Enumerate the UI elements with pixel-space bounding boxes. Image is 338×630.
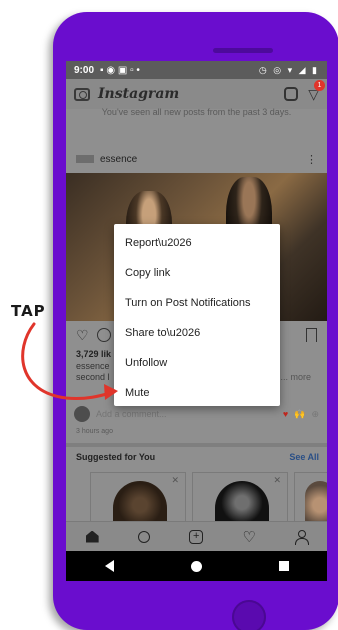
- add-post-icon[interactable]: +: [189, 529, 204, 544]
- more-options-icon[interactable]: ⋮: [306, 153, 317, 166]
- status-notification-icons: ▪ ◉ ▣ ▫ •: [100, 64, 140, 76]
- add-emoji-icon[interactable]: ⊕: [311, 409, 319, 420]
- suggested-header: Suggested for You See All: [76, 452, 319, 462]
- bottom-navigation: + ♡: [66, 521, 327, 551]
- menu-item-share-to[interactable]: Share to\u2026: [114, 318, 280, 348]
- menu-item-unfollow[interactable]: Unfollow: [114, 348, 280, 378]
- comment-input[interactable]: [96, 409, 277, 419]
- quick-emoji-row: ♥ 🙌 ⊕: [283, 409, 319, 420]
- status-time: 9:00: [74, 64, 95, 76]
- raised-hands-emoji-icon[interactable]: 🙌: [294, 409, 305, 420]
- heart-emoji-icon[interactable]: ♥: [283, 409, 288, 420]
- avatar: [74, 406, 90, 422]
- system-navigation-bar: [66, 551, 327, 581]
- menu-item-report[interactable]: Report\u2026: [114, 228, 280, 258]
- status-bar: 9:00 ▪ ◉ ▣ ▫ • ◷ ◎ ▾ ◢ ▮: [66, 61, 327, 79]
- system-home-icon[interactable]: [190, 560, 202, 572]
- comment-icon[interactable]: [96, 328, 111, 342]
- menu-item-copy-link[interactable]: Copy link: [114, 258, 280, 288]
- post-avatar[interactable]: [76, 155, 94, 163]
- suggested-card[interactable]: ✕: [90, 472, 186, 529]
- likes-count[interactable]: 3,729 lik: [76, 349, 111, 359]
- phone-home-button[interactable]: [232, 600, 266, 630]
- recent-apps-icon[interactable]: [278, 561, 289, 571]
- post-options-menu: Report\u2026 Copy link Turn on Post Noti…: [114, 224, 280, 406]
- post-header: essence ⋮: [66, 147, 327, 171]
- app-bar: Instagram ▽ 1: [66, 79, 327, 109]
- camera-icon[interactable]: [74, 87, 90, 101]
- dismiss-icon[interactable]: ✕: [171, 475, 179, 486]
- see-all-link[interactable]: See All: [289, 452, 319, 462]
- status-system-icons: ◷ ◎ ▾ ◢ ▮: [258, 64, 319, 75]
- direct-message-icon[interactable]: ▽ 1: [308, 79, 325, 103]
- home-icon[interactable]: [85, 530, 99, 543]
- suggested-card[interactable]: ✕: [192, 472, 288, 529]
- post-timestamp: 3 hours ago: [76, 428, 113, 435]
- suggested-card[interactable]: [294, 472, 327, 529]
- stage: 9:00 ▪ ◉ ▣ ▫ • ◷ ◎ ▾ ◢ ▮ Instagram ▽ 1 Yo…: [0, 0, 338, 630]
- bookmark-icon[interactable]: [306, 328, 317, 342]
- menu-item-mute[interactable]: Mute: [114, 378, 280, 408]
- search-icon[interactable]: [137, 530, 150, 543]
- seen-notice: You've seen all new posts from the past …: [101, 107, 292, 117]
- menu-item-post-notifications[interactable]: Turn on Post Notifications: [114, 288, 280, 318]
- suggested-title: Suggested for You: [76, 452, 156, 462]
- like-heart-icon[interactable]: ♡: [76, 327, 89, 344]
- divider: [66, 443, 327, 447]
- phone-speaker: [213, 48, 273, 53]
- instagram-logo: Instagram: [98, 86, 180, 102]
- back-icon[interactable]: [104, 560, 114, 572]
- activity-heart-icon[interactable]: ♡: [243, 528, 256, 546]
- post-username[interactable]: essence: [100, 154, 137, 165]
- igtv-icon[interactable]: [284, 87, 299, 101]
- tap-annotation-label: TAP: [11, 302, 46, 320]
- profile-icon[interactable]: [295, 529, 310, 545]
- caption-more-link[interactable]: ... more: [280, 372, 311, 383]
- dm-badge: 1: [314, 79, 325, 91]
- dismiss-icon[interactable]: ✕: [273, 475, 281, 486]
